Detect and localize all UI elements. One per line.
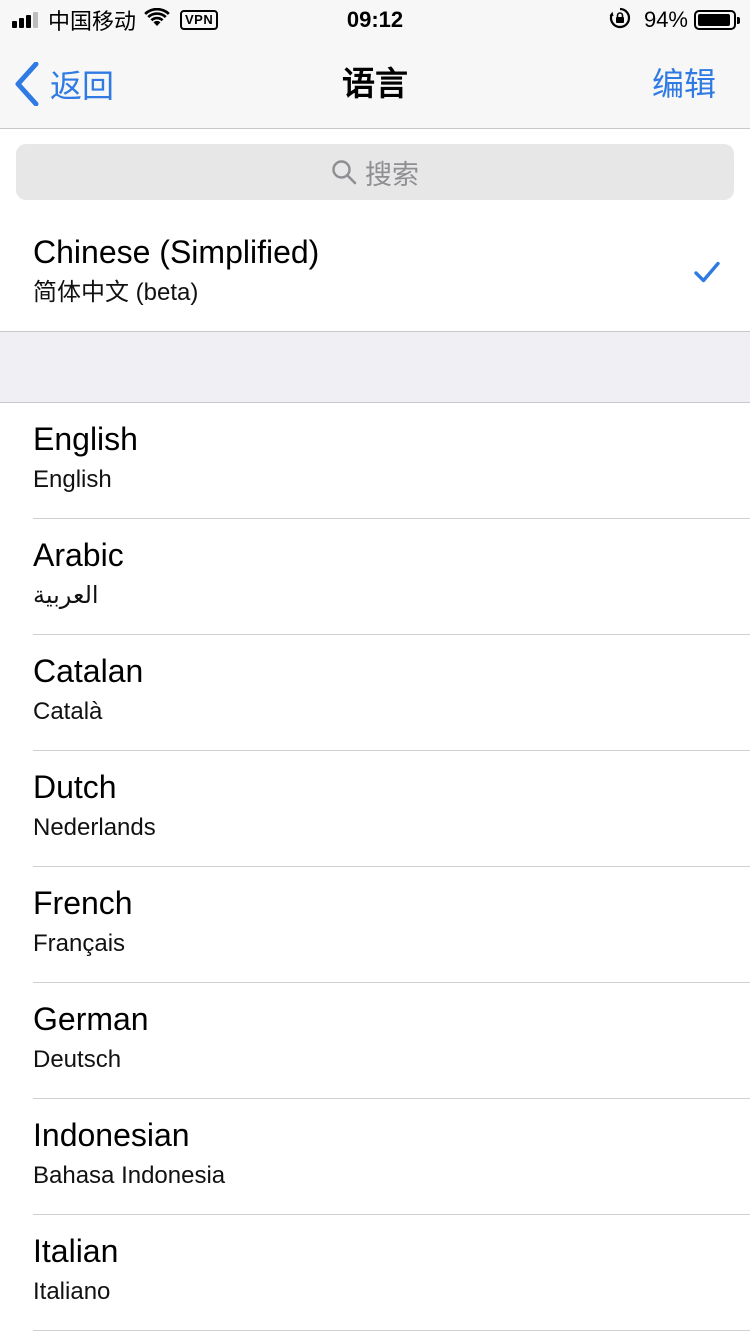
language-native-name: Bahasa Indonesia [33,1162,226,1189]
language-item-french[interactable]: French Français [33,867,750,983]
search-input[interactable]: 搜索 [16,144,734,200]
checkmark-icon [694,261,720,283]
language-name: Indonesian [33,1117,190,1153]
language-name: German [33,1001,149,1037]
selected-language-native: 简体中文 (beta) [33,279,199,306]
selected-language-name: Chinese (Simplified) [33,234,320,270]
language-item-dutch[interactable]: Dutch Nederlands [33,751,750,867]
edit-button[interactable]: 编辑 [652,60,716,108]
search-icon [332,160,357,185]
language-item-english[interactable]: English English [33,403,750,519]
language-name: Dutch [33,769,117,805]
language-name: Italian [33,1233,119,1269]
language-native-name: Italiano [33,1278,111,1305]
language-item-german[interactable]: German Deutsch [33,983,750,1099]
battery-level-fill [698,14,730,26]
search-area: 搜索 [0,129,750,201]
language-native-name: Català [33,698,103,725]
orientation-lock-icon [608,6,632,35]
language-native-name: Nederlands [33,814,156,841]
language-item-arabic[interactable]: Arabic العربية [33,519,750,635]
language-item-italian[interactable]: Italian Italiano [33,1215,750,1331]
language-item-catalan[interactable]: Catalan Català [33,635,750,751]
battery-icon [694,10,740,30]
language-native-name: English [33,466,112,493]
language-native-name: Deutsch [33,1046,122,1073]
language-name: Catalan [33,653,144,689]
language-native-name: العربية [33,582,99,609]
selected-language-row[interactable]: Chinese (Simplified) 简体中文 (beta) [0,201,750,332]
status-right: 94% [608,6,740,35]
navigation-bar: 返回 语言 编辑 [0,40,750,129]
language-native-name: Français [33,930,126,957]
language-name: Arabic [33,537,124,573]
language-list: English English Arabic العربية Catalan C… [0,403,750,1331]
battery-percent: 94% [643,7,688,32]
search-placeholder: 搜索 [365,159,419,190]
language-item-indonesian[interactable]: Indonesian Bahasa Indonesia [33,1099,750,1215]
status-bar: 中国移动 VPN 09:12 94% [0,0,750,40]
language-name: English [33,421,138,457]
section-separator [0,332,750,403]
battery-cap [737,17,740,24]
language-name: French [33,885,133,921]
page-title: 语言 [342,65,408,102]
